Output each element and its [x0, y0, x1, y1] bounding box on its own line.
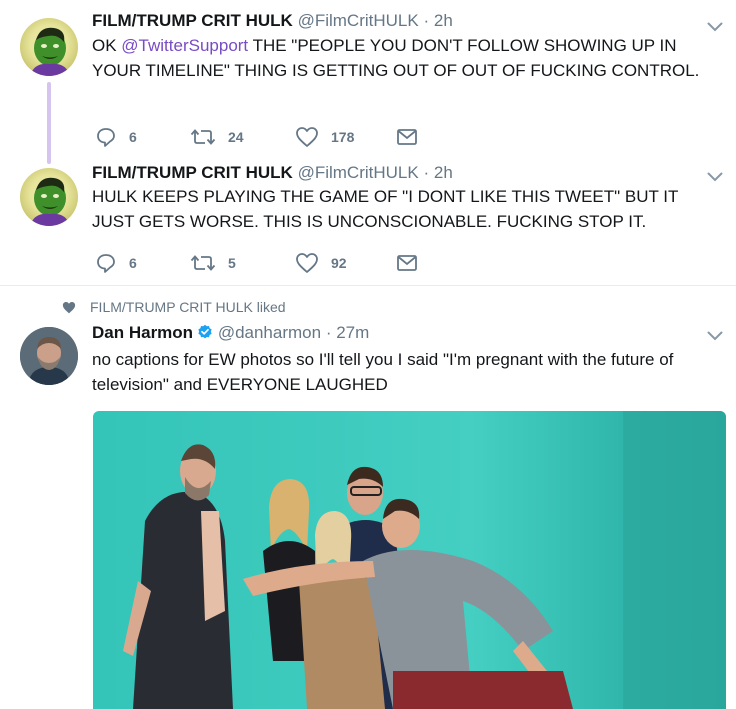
like-button[interactable]: 178 [295, 125, 354, 149]
chevron-down-icon[interactable] [707, 331, 723, 341]
chevron-down-icon[interactable] [707, 22, 723, 32]
retweet-icon [190, 255, 216, 271]
separator: · [423, 11, 430, 30]
verified-badge-icon [198, 324, 212, 339]
heart-icon [296, 253, 318, 273]
direct-message-button[interactable] [396, 125, 418, 149]
retweet-button[interactable]: 24 [190, 125, 244, 149]
like-button[interactable]: 92 [295, 251, 347, 275]
separator: · [325, 323, 332, 342]
separator: · [423, 163, 430, 182]
chevron-down-icon[interactable] [707, 172, 723, 182]
tweet-text: OK @TwitterSupport THE "PEOPLE YOU DON'T… [92, 33, 712, 83]
reply-button[interactable]: 6 [95, 251, 137, 275]
envelope-icon [397, 129, 417, 145]
hulk-avatar-image [30, 177, 70, 226]
dan-harmon-avatar-image [20, 327, 78, 385]
user-handle[interactable]: @danharmon [218, 323, 321, 342]
tweet-header: Dan Harmon @danharmon · 27m [92, 323, 369, 343]
retweet-button[interactable]: 5 [190, 251, 236, 275]
avatar[interactable] [20, 18, 78, 76]
timestamp[interactable]: 27m [336, 323, 369, 342]
user-handle[interactable]: @FilmCritHULK [298, 163, 419, 182]
liked-context[interactable]: FILM/TRUMP CRIT HULK liked [62, 297, 286, 317]
mention-link[interactable]: @TwitterSupport [121, 36, 248, 55]
liked-by-label: FILM/TRUMP CRIT HULK liked [90, 299, 286, 315]
avatar[interactable] [20, 327, 78, 385]
direct-message-button[interactable] [396, 251, 418, 275]
tweet-1[interactable]: FILM/TRUMP CRIT HULK @FilmCritHULK · 2h … [0, 0, 736, 160]
tweet-photo[interactable] [93, 411, 726, 709]
tweet-header: FILM/TRUMP CRIT HULK @FilmCritHULK · 2h [92, 163, 453, 183]
reply-icon [97, 128, 115, 147]
timestamp[interactable]: 2h [434, 11, 453, 30]
tweet-actions: 6 5 92 [92, 251, 492, 275]
retweet-count: 24 [228, 129, 244, 145]
tweet-2[interactable]: FILM/TRUMP CRIT HULK @FilmCritHULK · 2h … [0, 160, 736, 285]
retweet-icon [190, 129, 216, 145]
user-handle[interactable]: @FilmCritHULK [298, 11, 419, 30]
reply-button[interactable]: 6 [95, 125, 137, 149]
envelope-icon [397, 255, 417, 271]
thread-connector-line [47, 82, 51, 164]
tweet-text: HULK KEEPS PLAYING THE GAME OF "I DONT L… [92, 187, 679, 231]
timestamp[interactable]: 2h [434, 163, 453, 182]
tweet-actions: 6 24 178 [92, 125, 492, 149]
heart-icon [62, 301, 76, 313]
tweet-divider [0, 285, 736, 286]
tweet-header: FILM/TRUMP CRIT HULK @FilmCritHULK · 2h [92, 11, 453, 31]
hulk-avatar-image [30, 27, 70, 76]
reply-count: 6 [129, 255, 137, 271]
reply-count: 6 [129, 129, 137, 145]
group-photo-image [93, 411, 726, 709]
avatar[interactable] [20, 168, 78, 226]
heart-icon [296, 127, 318, 147]
display-name[interactable]: Dan Harmon [92, 323, 193, 342]
display-name[interactable]: FILM/TRUMP CRIT HULK [92, 163, 293, 182]
tweet-text: no captions for EW photos so I'll tell y… [92, 350, 674, 394]
display-name[interactable]: FILM/TRUMP CRIT HULK [92, 11, 293, 30]
retweet-count: 5 [228, 255, 236, 271]
like-count: 92 [331, 255, 347, 271]
like-count: 178 [331, 129, 355, 145]
reply-icon [97, 254, 115, 273]
tweet-text-start: OK [92, 36, 122, 55]
